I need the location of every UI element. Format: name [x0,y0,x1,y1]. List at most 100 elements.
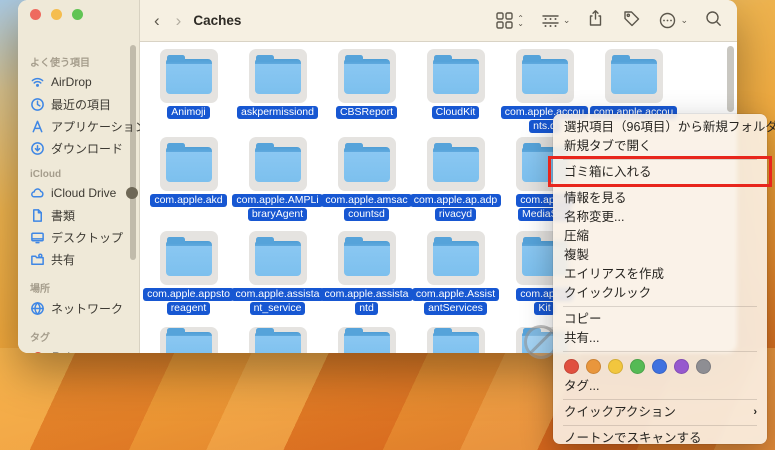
menu-item-get-info[interactable]: 情報を見る [553,189,767,208]
folder-icon [611,59,657,94]
folder-item[interactable]: com.apple.ap.adprivacyd [411,137,500,221]
tag-color-gray[interactable] [696,359,711,374]
close-button[interactable] [30,9,41,20]
sidebar-item-label: デスクトップ [51,229,123,246]
menu-separator [563,399,757,400]
menu-item-new-folder-from-selection[interactable]: 選択項目（96項目）から新規フォルダ [553,118,767,137]
view-options-button[interactable]: ⌃⌄ [495,11,524,30]
group-by-icon [541,11,560,30]
menu-item-copy[interactable]: コピー [553,310,767,329]
folder-item[interactable] [144,327,233,353]
menu-separator [563,351,757,352]
shared-folder-icon [30,252,45,267]
folder-icon [255,147,301,182]
sidebar-item-recents[interactable]: 最近の項目 [30,93,139,115]
menu-item-compress[interactable]: 圧縮 [553,227,767,246]
sidebar-item-documents[interactable]: 書類 [30,204,139,226]
tag-color-orange[interactable] [586,359,601,374]
folder-item[interactable]: com.apple.AMPLibraryAgent [233,137,322,221]
menu-item-quick-actions[interactable]: クイックアクション › [553,403,767,422]
tag-color-purple[interactable] [674,359,689,374]
menu-item-duplicate[interactable]: 複製 [553,246,767,265]
folder-item[interactable]: com.apple.akd [144,137,233,221]
menu-item-open-in-new-tab[interactable]: 新規タブで開く [553,137,767,156]
menu-item-scan-with-norton[interactable]: ノートンでスキャンする [553,429,767,448]
folder-icon [344,332,390,353]
folder-item[interactable]: CloudKit [411,49,500,133]
folder-item[interactable]: Animoji [144,49,233,133]
group-by-button[interactable]: ⌄ [541,11,570,30]
forward-button[interactable]: › [176,12,182,29]
content-scrollbar[interactable] [727,46,734,112]
tag-button[interactable] [622,9,641,33]
share-icon [586,9,605,28]
search-button[interactable] [704,9,723,33]
applications-icon [30,119,45,134]
folder-item[interactable]: CBSReport [322,49,411,133]
menu-item-tags[interactable]: タグ... [553,377,767,396]
folder-icon [166,241,212,276]
chevron-down-icon: ⌄ [680,15,687,26]
red-tag-icon [33,352,43,353]
sidebar-section-favorites: よく使う項目 [30,54,139,69]
folder-item[interactable]: askpermissiond [233,49,322,133]
folder-icon [166,147,212,182]
airdrop-icon [30,75,45,90]
sidebar-item-label: 書類 [51,207,75,224]
chevron-down-icon: ⌄ [563,15,570,26]
folder-item[interactable]: com.apple.assistant_service [233,231,322,315]
sidebar-item-shared[interactable]: 共有 [30,248,139,270]
folder-item[interactable]: com.apple.AssistantServices [411,231,500,315]
folder-item[interactable]: com.apple.assistantd [322,231,411,315]
icloud-icon [30,186,45,201]
sidebar-item-tag-rojo[interactable]: Rojo [30,346,139,353]
sidebar: よく使う項目 AirDrop 最近の項目 アプリケーション ダウンロード iCl… [18,0,140,353]
menu-item-share[interactable]: 共有... [553,329,767,348]
tag-color-yellow[interactable] [608,359,623,374]
globe-icon [30,301,45,316]
folder-label: CloudKit [432,106,480,119]
window-title: Caches [193,13,241,28]
tag-color-green[interactable] [630,359,645,374]
folder-icon [255,59,301,94]
clock-icon [30,97,45,112]
folder-item[interactable] [233,327,322,353]
folder-item[interactable] [322,327,411,353]
share-button[interactable] [586,9,605,33]
sidebar-item-applications[interactable]: アプリケーション [30,115,139,137]
minimize-button[interactable] [51,9,62,20]
tag-color-red[interactable] [564,359,579,374]
chevron-up-down-icon: ⌃⌄ [517,16,524,26]
tag-color-blue[interactable] [652,359,667,374]
zoom-button[interactable] [72,9,83,20]
sidebar-scrollbar[interactable] [130,45,136,260]
sidebar-item-label: 共有 [51,251,75,268]
back-button[interactable]: ‹ [154,12,160,29]
folder-label: com.apple.ap.adp [410,194,501,207]
more-actions-button[interactable]: ⌄ [658,11,687,30]
annotation-highlight-box [548,156,772,187]
folder-label: askpermissiond [237,106,318,119]
sidebar-item-network[interactable]: ネットワーク [30,297,139,319]
folder-icon [344,147,390,182]
folder-icon [522,59,568,94]
menu-item-make-alias[interactable]: エイリアスを作成 [553,265,767,284]
sidebar-item-airdrop[interactable]: AirDrop [30,71,139,93]
sidebar-section-icloud: iCloud [30,169,139,180]
sidebar-item-desktop[interactable]: デスクトップ [30,226,139,248]
sidebar-item-label: ネットワーク [51,300,123,317]
folder-label: Animoji [167,106,209,119]
grid-view-icon [495,11,514,30]
folder-item[interactable]: com.apple.appstoreagent [144,231,233,315]
folder-item[interactable]: com.apple.amsaccountsd [322,137,411,221]
document-icon [30,208,45,223]
folder-icon [166,332,212,353]
sidebar-item-label: 最近の項目 [51,96,111,113]
ellipsis-circle-icon [658,11,677,30]
sidebar-item-icloud-drive[interactable]: iCloud Drive [30,182,139,204]
folder-item[interactable] [411,327,500,353]
sidebar-item-downloads[interactable]: ダウンロード [30,137,139,159]
search-icon [704,9,723,28]
menu-item-rename[interactable]: 名称変更... [553,208,767,227]
menu-item-quick-look[interactable]: クイックルック [553,284,767,303]
